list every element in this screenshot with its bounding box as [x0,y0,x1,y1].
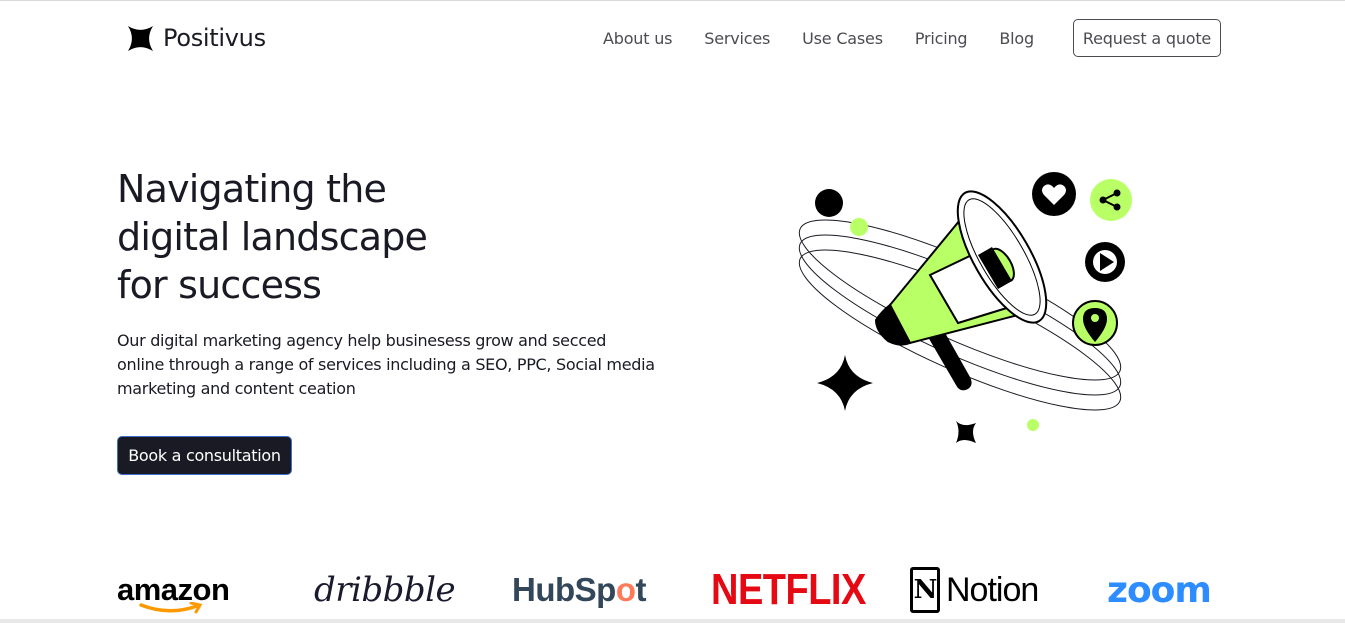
dot-decoration [815,189,843,217]
location-pin-icon [1072,300,1118,346]
nav-about-us[interactable]: About us [603,29,672,48]
dot-decoration [850,218,868,236]
logo-notion: N Notion [910,560,1039,620]
horizontal-scrollbar[interactable] [0,619,1345,623]
main-nav: About us Services Use Cases Pricing Blog [603,29,1066,48]
sparkle-icon [956,421,976,443]
star-burst-icon [128,25,153,51]
amazon-smile-icon [139,602,203,614]
request-quote-button[interactable]: Request a quote [1073,19,1221,57]
logo-notion-text: Notion [946,570,1039,609]
logo-hubspot: HubSp o t [512,560,646,620]
hero-title-line: Navigating the [117,167,387,211]
logo-hubspot-text: HubSp [512,571,616,608]
heart-icon [1032,172,1076,216]
brand-name: Positivus [163,24,266,52]
megaphone-icon [874,190,1048,391]
notion-mark-icon: N [910,567,940,613]
nav-services[interactable]: Services [704,29,770,48]
nav-pricing[interactable]: Pricing [915,29,968,48]
brand-logo[interactable]: Positivus [128,24,266,52]
logo-hubspot-sprocket: o [615,571,636,608]
logo-dribbble: dribbble [314,570,456,610]
nav-blog[interactable]: Blog [999,29,1034,48]
logo-netflix: NETFLIX [711,565,866,614]
dot-decoration [1027,419,1039,431]
sparkle-icon [817,355,873,411]
hero-title-line: for success [117,263,322,307]
megaphone-illustration [798,172,1132,443]
hero-title: Navigating the digital landscape for suc… [117,165,537,309]
book-consultation-button[interactable]: Book a consultation [117,436,292,475]
share-icon [1090,179,1132,221]
logo-hubspot-text-end: t [635,571,647,608]
top-border [0,0,1345,1]
hero-description: Our digital marketing agency help busine… [117,331,655,398]
logo-amazon: amazon [117,560,230,620]
nav-use-cases[interactable]: Use Cases [802,29,883,48]
play-icon [1085,242,1125,282]
logo-zoom: zoom [1107,569,1212,611]
hero-title-line: digital landscape [117,215,428,259]
client-logos: amazon dribbble HubSp o t NETFLIX N Notion… [0,560,1345,620]
